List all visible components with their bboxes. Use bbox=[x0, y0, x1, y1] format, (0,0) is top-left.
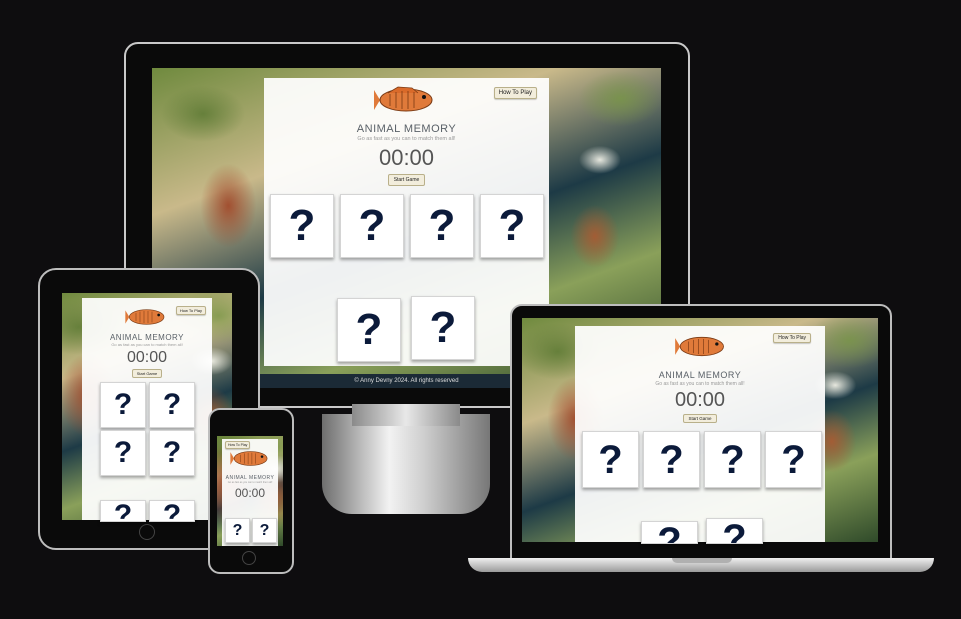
desktop-stand-neck bbox=[352, 404, 460, 426]
game-subtitle: Go as fast as you can to match them all! bbox=[111, 342, 183, 347]
fish-logo-icon bbox=[230, 451, 268, 466]
memory-card[interactable]: ? bbox=[270, 194, 334, 258]
game-subtitle: Go as fast as you can to match them all! bbox=[227, 481, 273, 484]
fish-logo-icon bbox=[374, 86, 433, 112]
phone-home-button bbox=[242, 551, 256, 565]
memory-card[interactable]: ? bbox=[149, 430, 195, 476]
tablet-home-button bbox=[139, 524, 155, 540]
how-to-play-button[interactable]: How To Play bbox=[493, 87, 537, 99]
start-game-button[interactable]: Start Game bbox=[387, 174, 426, 186]
fish-logo-icon bbox=[125, 309, 165, 325]
memory-card[interactable]: ? bbox=[100, 382, 146, 428]
memory-card[interactable]: ? bbox=[704, 431, 761, 488]
game-subtitle: Go as fast as you can to match them all! bbox=[357, 136, 456, 142]
memory-card[interactable]: ? bbox=[411, 296, 475, 360]
start-game-button[interactable]: Start Game bbox=[131, 369, 163, 378]
memory-card[interactable]: ? bbox=[582, 431, 639, 488]
memory-card[interactable]: ? bbox=[149, 500, 195, 522]
memory-card[interactable]: ? bbox=[100, 430, 146, 476]
game-timer: 00:00 bbox=[234, 486, 266, 500]
how-to-play-button[interactable]: How To Play bbox=[225, 441, 251, 449]
game-subtitle: Go as fast as you can to match them all! bbox=[655, 381, 745, 387]
memory-card[interactable]: ? bbox=[706, 518, 763, 544]
memory-card[interactable]: ? bbox=[100, 500, 146, 522]
fish-logo-icon bbox=[675, 336, 724, 357]
memory-card[interactable]: ? bbox=[149, 382, 195, 428]
memory-card[interactable]: ? bbox=[252, 518, 277, 543]
game-timer: 00:00 bbox=[674, 389, 726, 411]
desktop-stand bbox=[322, 414, 490, 514]
how-to-play-button[interactable]: How To Play bbox=[175, 306, 206, 315]
memory-card[interactable]: ? bbox=[410, 194, 474, 258]
game-title: ANIMAL MEMORY bbox=[356, 123, 457, 135]
memory-card[interactable]: ? bbox=[643, 431, 700, 488]
memory-card[interactable]: ? bbox=[641, 521, 698, 544]
how-to-play-button[interactable]: How To Play bbox=[773, 333, 811, 343]
game-timer: 00:00 bbox=[378, 145, 435, 170]
start-game-button[interactable]: Start Game bbox=[683, 414, 717, 423]
memory-card[interactable]: ? bbox=[337, 298, 401, 362]
game-timer: 00:00 bbox=[126, 349, 168, 366]
memory-card[interactable]: ? bbox=[225, 518, 250, 543]
memory-card[interactable]: ? bbox=[340, 194, 404, 258]
memory-card[interactable]: ? bbox=[480, 194, 544, 258]
game-title: ANIMAL MEMORY bbox=[109, 333, 185, 342]
memory-card[interactable]: ? bbox=[765, 431, 822, 488]
game-title: ANIMAL MEMORY bbox=[658, 370, 742, 380]
laptop-notch bbox=[672, 558, 732, 563]
